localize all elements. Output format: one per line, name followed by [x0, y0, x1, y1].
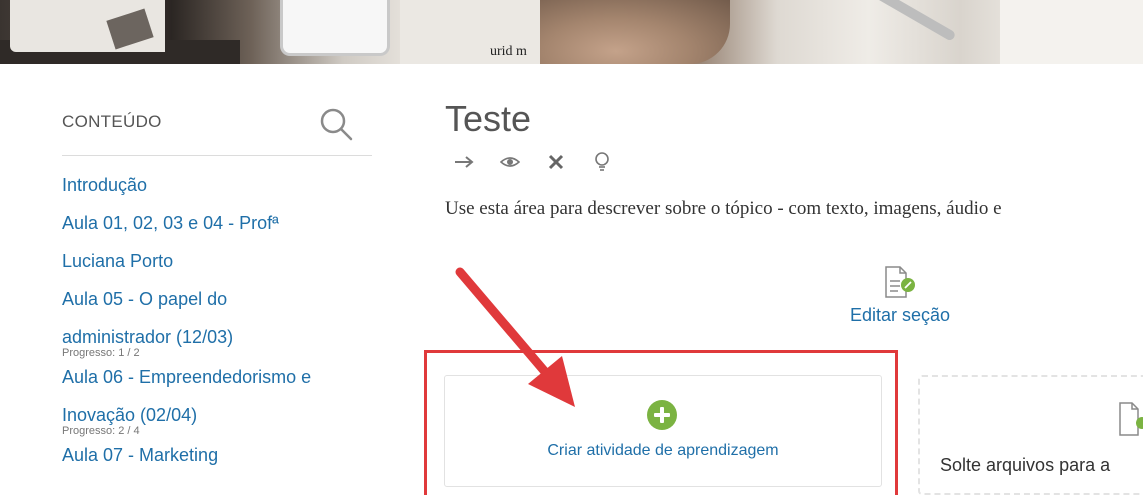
sidebar-title: CONTEÚDO	[62, 112, 162, 131]
edit-document-icon	[885, 266, 915, 298]
sidebar-item-aula-01-04[interactable]: Aula 01, 02, 03 e 04 - Profª	[62, 210, 382, 236]
content-sidebar: CONTEÚDO	[62, 100, 372, 156]
arrow-right-icon[interactable]	[452, 150, 476, 174]
progress-text: Progresso: 2 / 4	[62, 425, 140, 437]
sidebar-header: CONTEÚDO	[62, 100, 372, 156]
sidebar-item-aula-07[interactable]: Aula 07 - Marketing	[62, 442, 382, 468]
sidebar-item-introducao[interactable]: Introdução	[62, 172, 382, 198]
plus-circle-icon	[647, 400, 677, 430]
sidebar-item-aula-06[interactable]: Aula 06 - Empreendedorismo e	[62, 364, 382, 390]
drop-files-label: Solte arquivos para a	[940, 455, 1111, 475]
sidebar-item-aula-05[interactable]: Aula 05 - O papel do	[62, 286, 382, 312]
create-activity-label: Criar atividade de aprendizagem	[547, 442, 779, 459]
course-banner-image: urid m	[0, 0, 1143, 64]
edit-section-label: Editar seção	[849, 305, 951, 325]
sidebar-item-aula-01-04-cont[interactable]: Luciana Porto	[62, 248, 382, 274]
annotation-arrow	[455, 267, 575, 407]
file-upload-icon	[1119, 402, 1143, 436]
sidebar-topic-list: Introdução Aula 01, 02, 03 e 04 - Profª …	[62, 172, 382, 468]
lightbulb-icon[interactable]	[590, 150, 614, 174]
file-drop-zone[interactable]: Solte arquivos para a	[918, 375, 1143, 495]
close-icon[interactable]	[544, 150, 568, 174]
section-title: Teste	[445, 98, 532, 139]
search-icon[interactable]	[318, 106, 354, 142]
eye-icon[interactable]	[498, 150, 522, 174]
section-description: Use esta área para descrever sobre o tóp…	[445, 198, 1002, 219]
edit-section-button[interactable]: Editar seção	[840, 265, 960, 326]
section-actions	[452, 150, 614, 174]
